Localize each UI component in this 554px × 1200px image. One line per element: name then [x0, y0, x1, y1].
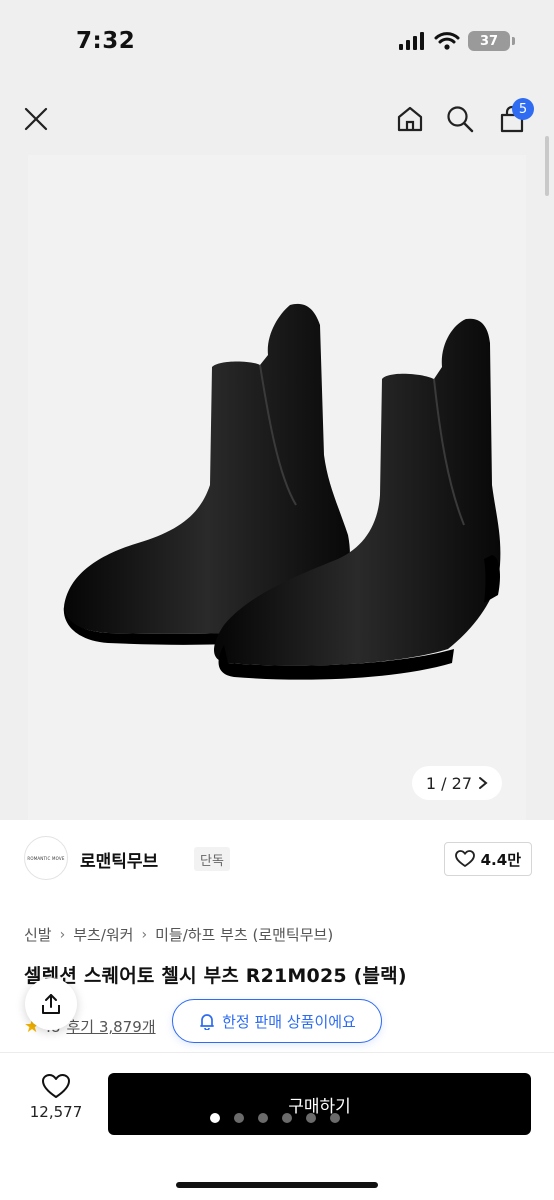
page-dot[interactable] [282, 1113, 292, 1123]
status-time: 7:32 [76, 28, 136, 54]
limited-sale-text: 한정 판매 상품이에요 [222, 1012, 356, 1031]
chelsea-boots-image [63, 303, 501, 680]
chevron-right-icon: › [59, 926, 66, 943]
top-navigation: 5 [0, 96, 554, 146]
battery-level: 37 [479, 33, 499, 49]
wishlist-button[interactable]: 12,577 [24, 1073, 88, 1121]
status-icons: 37 [398, 31, 515, 51]
brand-like-button[interactable]: 4.4만 [443, 842, 532, 876]
cart-button[interactable]: 5 [490, 96, 534, 142]
bell-icon [200, 1014, 214, 1030]
product-image[interactable]: 1 / 27 [28, 155, 526, 820]
brand-logo-text: ROMANTIC MOVE [27, 855, 65, 861]
brand-name[interactable]: 로맨틱무브 [80, 847, 158, 872]
search-icon [447, 106, 474, 133]
chevron-right-icon: › [141, 926, 148, 943]
review-count-link[interactable]: 후기 3,879개 [66, 1016, 155, 1037]
cart-count-badge: 5 [512, 98, 534, 120]
status-bar: 7:32 37 [0, 0, 554, 86]
scrollbar-thumb[interactable] [545, 136, 549, 196]
page-dot[interactable] [234, 1113, 244, 1123]
image-page-counter[interactable]: 1 / 27 [411, 766, 502, 800]
home-button[interactable] [390, 96, 430, 142]
image-counter-text: 1 / 27 [425, 773, 472, 793]
product-title: 셀렉션 스퀘어토 첼시 부츠 R21M025 (블랙) [24, 965, 407, 987]
share-icon [42, 994, 60, 1014]
page-dot[interactable] [330, 1113, 340, 1123]
cellular-signal-icon [399, 32, 424, 50]
page-dot-active[interactable] [210, 1113, 220, 1123]
heart-icon [42, 1074, 70, 1098]
share-button[interactable] [25, 978, 77, 1030]
close-icon [24, 107, 48, 131]
limited-sale-notice[interactable]: 한정 판매 상품이에요 [172, 999, 382, 1043]
exclusive-badge: 단독 [194, 847, 230, 871]
brand-like-count: 4.4만 [480, 850, 521, 869]
breadcrumb-item[interactable]: 신발 [24, 924, 52, 945]
home-indicator[interactable] [176, 1182, 378, 1188]
breadcrumb-item[interactable]: 미들/하프 부츠 (로맨틱무브) [155, 924, 333, 945]
brand-row: ROMANTIC MOVE 로맨틱무브 단독 4.4만 [24, 836, 532, 882]
bottom-action-bar: 12,577 구매하기 [0, 1052, 554, 1200]
battery-icon: 37 [468, 31, 515, 51]
search-button[interactable] [440, 96, 480, 142]
breadcrumb-item[interactable]: 부츠/워커 [73, 924, 133, 945]
wishlist-count: 12,577 [29, 1103, 83, 1121]
buy-button[interactable]: 구매하기 [108, 1073, 531, 1135]
brand-logo[interactable]: ROMANTIC MOVE [24, 836, 68, 880]
heart-icon [454, 850, 475, 867]
breadcrumb: 신발 › 부츠/워커 › 미들/하프 부츠 (로맨틱무브) [24, 924, 333, 945]
home-icon [397, 106, 423, 132]
chevron-right-icon [479, 777, 488, 789]
wifi-icon [434, 32, 460, 50]
close-button[interactable] [16, 96, 56, 142]
page-dots [210, 1113, 340, 1123]
page-dot[interactable] [258, 1113, 268, 1123]
page-dot[interactable] [306, 1113, 316, 1123]
